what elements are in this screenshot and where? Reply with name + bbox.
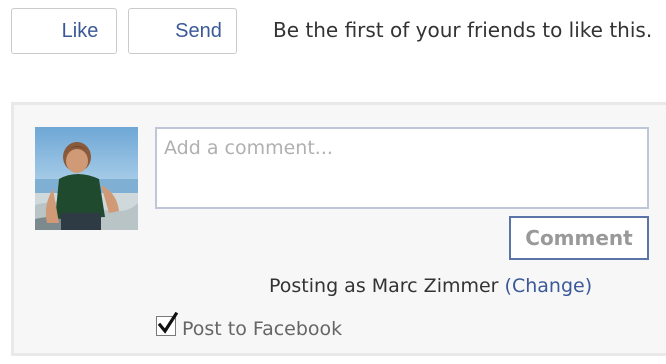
facebook-comments-widget: Like Send Be the first of your friends t…	[0, 0, 666, 364]
send-button[interactable]: Send	[128, 8, 237, 54]
comment-input[interactable]	[155, 127, 649, 209]
posting-as-text: Posting as Marc Zimmer (Change)	[269, 274, 592, 298]
post-to-facebook-label: Post to Facebook	[182, 318, 343, 340]
avatar	[35, 127, 138, 230]
like-button-label: Like	[61, 20, 99, 42]
post-to-facebook-checkbox[interactable]	[156, 312, 179, 336]
comment-submit-button[interactable]: Comment	[509, 216, 649, 260]
posting-as-user: Posting as Marc Zimmer	[269, 275, 499, 297]
checkmark-icon	[157, 312, 179, 334]
friends-like-text: Be the first of your friends to like thi…	[273, 18, 653, 42]
like-button[interactable]: Like	[11, 8, 117, 54]
user-avatar-photo-icon	[35, 127, 138, 230]
change-account-link[interactable]: (Change)	[505, 275, 593, 297]
comment-panel: Comment Posting as Marc Zimmer (Change) …	[11, 102, 666, 356]
send-button-label: Send	[175, 20, 222, 42]
